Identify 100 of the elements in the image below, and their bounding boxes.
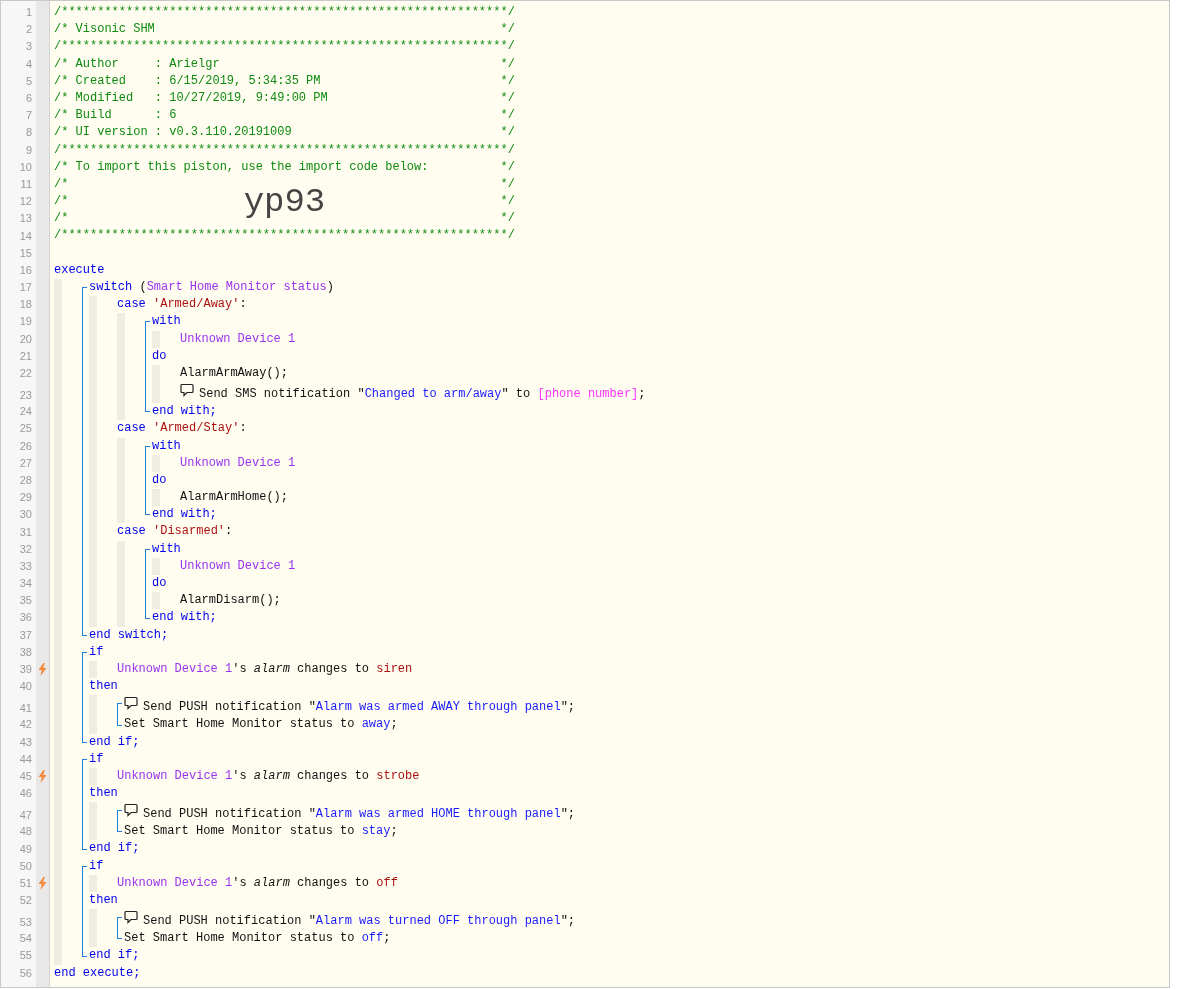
line-number: 3	[24, 39, 33, 55]
code-line: Unknown Device 1's alarm changes to strobe	[117, 767, 420, 785]
code-line: Unknown Device 1	[180, 330, 296, 348]
comment-text: /* Created : 6/15/2019, 5:34:35 PM	[54, 72, 321, 90]
line-number: 24	[18, 404, 33, 420]
code-line: case 'Armed/Away':	[117, 296, 247, 314]
code-line: end if;	[89, 733, 140, 751]
line-number: 15	[18, 245, 33, 261]
comment-text: /* UI version : v0.3.110.20191009	[54, 124, 292, 142]
comment-text: */	[500, 193, 515, 211]
line-number: 26	[18, 438, 33, 454]
line-number: 38	[18, 644, 33, 660]
line-number: 22	[18, 366, 33, 382]
line-number: 43	[18, 734, 33, 750]
line-number: 17	[18, 280, 33, 296]
line-number: 16	[18, 262, 33, 278]
line-number: 1	[24, 5, 33, 21]
line-number: 41	[18, 701, 33, 717]
comment-text: */	[500, 210, 515, 228]
code-line: end execute;	[54, 964, 141, 982]
line-number: 14	[18, 228, 33, 244]
line-number: 32	[18, 541, 33, 557]
block-bracket	[145, 445, 150, 516]
code-line: do	[152, 347, 167, 365]
code-line: Unknown Device 1	[180, 454, 296, 472]
line-number: 29	[18, 490, 33, 506]
code-line: do	[152, 575, 167, 592]
line-number: 46	[18, 786, 33, 802]
comment-text: /* Author : Arielgr	[54, 55, 220, 73]
code-line: then	[89, 785, 118, 803]
code-line: AlarmArmAway();	[180, 364, 289, 382]
comment-text: */	[500, 72, 515, 90]
line-number: 36	[18, 610, 33, 626]
speech-bubble-icon	[124, 910, 138, 925]
speech-bubble-icon	[124, 696, 138, 711]
line-number: 33	[18, 558, 33, 574]
code-line: do	[152, 471, 167, 489]
code-line: AlarmArmHome();	[180, 489, 289, 507]
line-number: 4	[24, 56, 33, 72]
line-number: 9	[24, 142, 33, 158]
comment-text: */	[500, 124, 515, 142]
code-line: Set Smart Home Monitor status to off;	[124, 930, 391, 948]
line-number: 45	[18, 768, 33, 784]
comment-text: */	[500, 107, 515, 125]
comment-text: */	[500, 158, 515, 176]
line-number: 31	[18, 524, 33, 540]
code-line: switch (Smart Home Monitor status)	[89, 279, 334, 296]
line-number: 34	[18, 576, 33, 592]
code-line: with	[152, 540, 181, 558]
import-code: yp93	[243, 181, 326, 222]
code-line: if	[89, 643, 104, 661]
code-line: Unknown Device 1's alarm changes to off	[117, 874, 398, 892]
code-line: with	[152, 437, 181, 455]
comment-text: /* Visonic SHM	[54, 21, 155, 39]
line-number: 48	[18, 824, 33, 840]
line-number: 53	[18, 915, 33, 931]
line-number: 49	[18, 841, 33, 857]
line-number: 11	[19, 176, 33, 192]
line-number: 54	[18, 931, 33, 947]
line-number: 56	[18, 965, 33, 981]
line-number: 47	[18, 808, 33, 824]
comment-text: /* To import this piston, use the import code below:	[54, 158, 429, 176]
line-number: 55	[18, 948, 33, 964]
code-line: /**************************************************************/	[54, 227, 515, 245]
code-line: Set Smart Home Monitor status to away;	[124, 716, 398, 734]
line-number: 30	[18, 507, 33, 523]
line-number: 37	[18, 627, 33, 643]
code-line: Set Smart Home Monitor status to stay;	[124, 823, 398, 841]
comment-text: */	[500, 55, 515, 73]
code-line: then	[89, 892, 118, 909]
comment-text: */	[500, 89, 515, 107]
line-number: 52	[18, 893, 33, 909]
comment-text: /* Build : 6	[54, 107, 177, 125]
speech-bubble-icon	[180, 383, 194, 398]
line-number: 44	[18, 751, 33, 767]
line-number: 6	[24, 91, 33, 107]
code-line: /**************************************************************/	[54, 4, 515, 21]
line-number: 5	[24, 73, 33, 89]
code-line: Send PUSH notification "Alarm was turned OFF through panel";	[143, 913, 576, 930]
block-bracket	[117, 703, 122, 726]
line-number: 42	[18, 717, 33, 733]
comment-text: /*	[54, 210, 69, 228]
comment-text: /*	[54, 193, 69, 211]
lightning-icon	[38, 769, 47, 783]
line-number: 21	[18, 348, 33, 364]
line-number: 39	[18, 662, 33, 678]
line-number: 8	[24, 125, 33, 141]
code-line: execute	[54, 261, 105, 279]
line-number: 27	[18, 455, 33, 471]
code-line: end if;	[89, 840, 140, 858]
block-bracket	[145, 548, 150, 619]
line-number: 12	[18, 194, 33, 210]
code-line: if	[89, 857, 104, 875]
code-line: Unknown Device 1's alarm changes to siren	[117, 660, 413, 678]
line-number: 51	[18, 875, 33, 891]
code-line: Send PUSH notification "Alarm was armed HOME through panel";	[143, 806, 576, 824]
block-bracket	[117, 810, 122, 833]
line-number: 20	[18, 331, 33, 347]
code-line: Unknown Device 1	[180, 557, 296, 575]
line-number: 18	[18, 297, 33, 313]
